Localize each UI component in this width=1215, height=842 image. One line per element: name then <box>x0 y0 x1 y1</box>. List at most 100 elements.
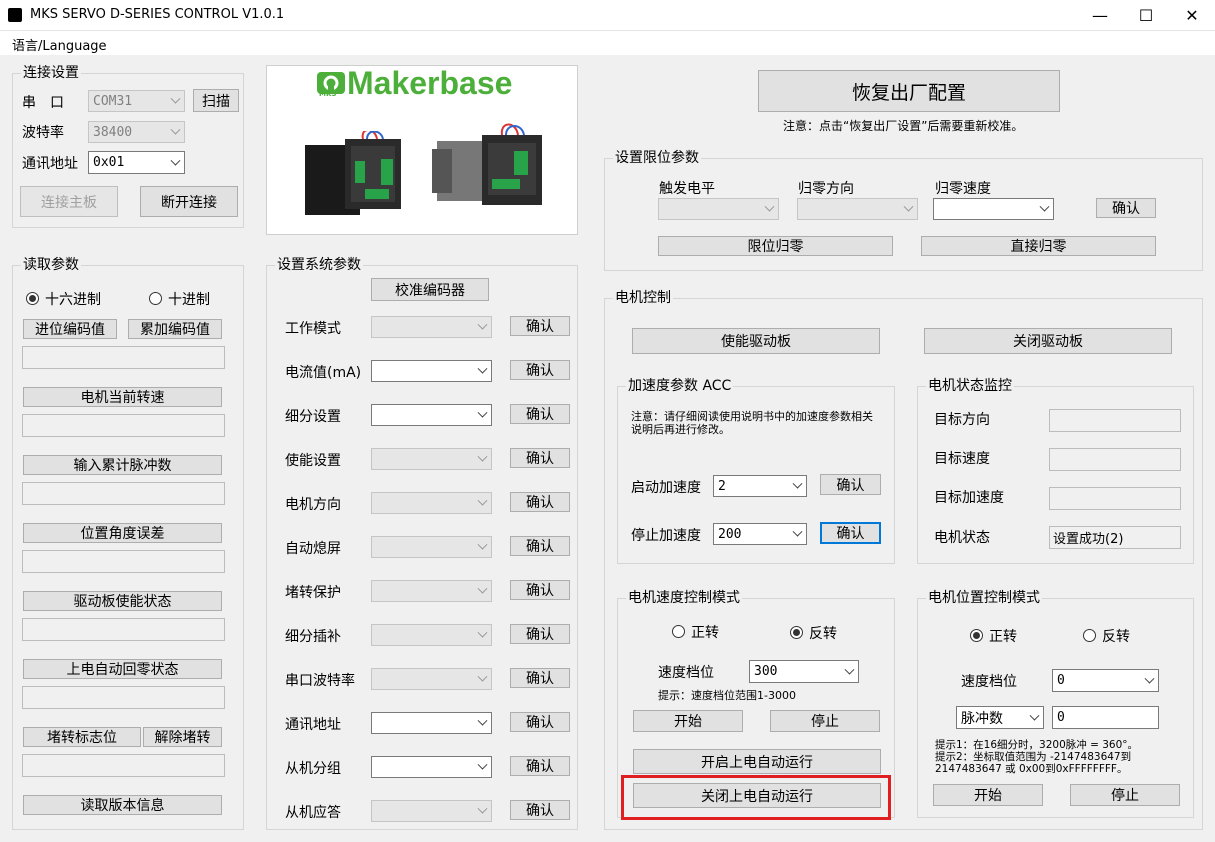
sys-param-select[interactable] <box>371 624 492 646</box>
auto-home-state-field[interactable] <box>22 686 225 709</box>
sys-param-label: 工作模式 <box>285 321 341 337</box>
stop-acc-label: 停止加速度 <box>631 528 701 544</box>
speed-start-button[interactable]: 开始 <box>633 710 743 732</box>
sys-param-confirm-button[interactable]: 确认 <box>510 360 570 380</box>
address-select[interactable]: 0x01 <box>88 151 185 174</box>
release-stall-button[interactable]: 解除堵转 <box>143 727 222 747</box>
pos-forward-radio[interactable] <box>970 629 983 642</box>
input-pulses-field[interactable] <box>22 482 225 505</box>
maximize-button[interactable]: ☐ <box>1123 0 1169 31</box>
home-direction-select[interactable] <box>797 198 918 220</box>
pos-gear-select[interactable]: 0 <box>1052 669 1159 692</box>
motor-control-group-label: 电机控制 <box>613 289 673 307</box>
sys-param-confirm-button[interactable]: 确认 <box>510 536 570 556</box>
read-version-button[interactable]: 读取版本信息 <box>23 795 222 815</box>
enable-state-field[interactable] <box>22 618 225 641</box>
sys-param-confirm-button[interactable]: 确认 <box>510 712 570 732</box>
home-speed-select[interactable] <box>933 198 1054 220</box>
stop-acc-confirm-button[interactable]: 确认 <box>820 522 881 544</box>
sys-param-select[interactable] <box>371 360 492 382</box>
stop-acc-select[interactable]: 200 <box>713 523 807 545</box>
speed-reverse-radio[interactable] <box>790 626 803 639</box>
target-acc-field[interactable] <box>1049 487 1181 510</box>
sys-param-confirm-button[interactable]: 确认 <box>510 800 570 820</box>
sys-param-label: 电流值(mA) <box>285 365 362 381</box>
disconnect-button[interactable]: 断开连接 <box>140 186 238 217</box>
pulse-input[interactable]: 0 <box>1052 706 1159 729</box>
accum-encoder-button[interactable]: 累加编码值 <box>128 319 222 339</box>
stall-flag-field[interactable] <box>22 754 225 777</box>
sys-param-select[interactable] <box>371 668 492 690</box>
disable-driver-button[interactable]: 关闭驱动板 <box>924 328 1172 354</box>
trigger-level-select[interactable] <box>658 198 779 220</box>
sys-param-select[interactable] <box>371 536 492 558</box>
motor-speed-field[interactable] <box>22 414 225 437</box>
pulse-select[interactable]: 脉冲数 <box>956 706 1044 729</box>
motor-state-field[interactable]: 设置成功(2) <box>1049 526 1181 549</box>
baud-label: 波特率 <box>22 125 64 141</box>
sys-param-confirm-button[interactable]: 确认 <box>510 316 570 336</box>
speed-gear-hint: 提示：速度档位范围1-3000 <box>658 689 796 702</box>
sys-param-label: 自动熄屏 <box>285 541 341 557</box>
sys-param-select[interactable] <box>371 492 492 514</box>
app-icon <box>8 8 22 22</box>
enable-driver-button[interactable]: 使能驱动板 <box>632 328 880 354</box>
port-select[interactable]: COM31 <box>88 90 185 112</box>
minimize-button[interactable]: — <box>1077 0 1123 31</box>
speed-forward-radio[interactable] <box>672 625 685 638</box>
pos-start-button[interactable]: 开始 <box>933 784 1043 806</box>
auto-home-state-button[interactable]: 上电自动回零状态 <box>23 659 222 679</box>
sys-param-select[interactable] <box>371 800 492 822</box>
pos-stop-button[interactable]: 停止 <box>1070 784 1180 806</box>
stall-flag-button[interactable]: 堵转标志位 <box>23 727 141 747</box>
enable-state-button[interactable]: 驱动板使能状态 <box>23 591 222 611</box>
auto-run-on-button[interactable]: 开启上电自动运行 <box>633 749 881 774</box>
angle-error-field[interactable] <box>22 550 225 573</box>
motor-speed-button[interactable]: 电机当前转速 <box>23 387 222 407</box>
home-speed-label: 归零速度 <box>935 181 991 197</box>
pos-reverse-label: 反转 <box>1102 629 1130 645</box>
sys-param-label: 通讯地址 <box>285 717 341 733</box>
direct-home-button[interactable]: 直接归零 <box>921 236 1156 256</box>
close-button[interactable]: ✕ <box>1169 0 1215 31</box>
sys-param-select[interactable] <box>371 712 492 734</box>
limit-home-button[interactable]: 限位归零 <box>658 236 893 256</box>
baud-select[interactable]: 38400 <box>88 121 185 143</box>
calibrate-encoder-button[interactable]: 校准编码器 <box>371 278 489 301</box>
sys-param-confirm-button[interactable]: 确认 <box>510 756 570 776</box>
sys-param-label: 从机分组 <box>285 761 341 777</box>
sys-param-confirm-button[interactable]: 确认 <box>510 448 570 468</box>
speed-mode-group-label: 电机速度控制模式 <box>626 589 742 607</box>
start-acc-confirm-button[interactable]: 确认 <box>820 474 881 495</box>
hex-radio[interactable] <box>26 292 39 305</box>
connect-button[interactable]: 连接主板 <box>20 186 118 217</box>
sys-param-confirm-button[interactable]: 确认 <box>510 580 570 600</box>
sys-param-select[interactable] <box>371 580 492 602</box>
encoder-value-field[interactable] <box>22 346 225 369</box>
sys-param-confirm-button[interactable]: 确认 <box>510 404 570 424</box>
sys-param-select[interactable] <box>371 756 492 778</box>
sys-param-confirm-button[interactable]: 确认 <box>510 492 570 512</box>
factory-reset-button[interactable]: 恢复出厂配置 <box>758 70 1060 112</box>
limit-params-group: 设置限位参数 触发电平 归零方向 归零速度 确认 限位归零 直接归零 <box>604 149 1203 271</box>
start-acc-select[interactable]: 2 <box>713 475 807 497</box>
sys-param-select[interactable] <box>371 404 492 426</box>
speed-gear-select[interactable]: 300 <box>749 660 859 683</box>
pos-reverse-radio[interactable] <box>1083 629 1096 642</box>
sys-param-select[interactable] <box>371 448 492 470</box>
pos-forward-label: 正转 <box>989 629 1017 645</box>
sys-param-confirm-button[interactable]: 确认 <box>510 624 570 644</box>
target-direction-field[interactable] <box>1049 409 1181 432</box>
dec-radio[interactable] <box>149 292 162 305</box>
speed-stop-button[interactable]: 停止 <box>770 710 880 732</box>
limit-confirm-button[interactable]: 确认 <box>1096 198 1156 218</box>
sys-param-confirm-button[interactable]: 确认 <box>510 668 570 688</box>
menu-language[interactable]: 语言/Language <box>12 35 107 54</box>
scan-button[interactable]: 扫描 <box>193 89 239 112</box>
carry-encoder-button[interactable]: 进位编码值 <box>23 319 117 339</box>
angle-error-button[interactable]: 位置角度误差 <box>23 523 222 543</box>
sys-param-select[interactable] <box>371 316 492 338</box>
target-acc-label: 目标加速度 <box>934 490 1004 506</box>
target-speed-field[interactable] <box>1049 448 1181 471</box>
input-pulses-button[interactable]: 输入累计脉冲数 <box>23 455 222 475</box>
